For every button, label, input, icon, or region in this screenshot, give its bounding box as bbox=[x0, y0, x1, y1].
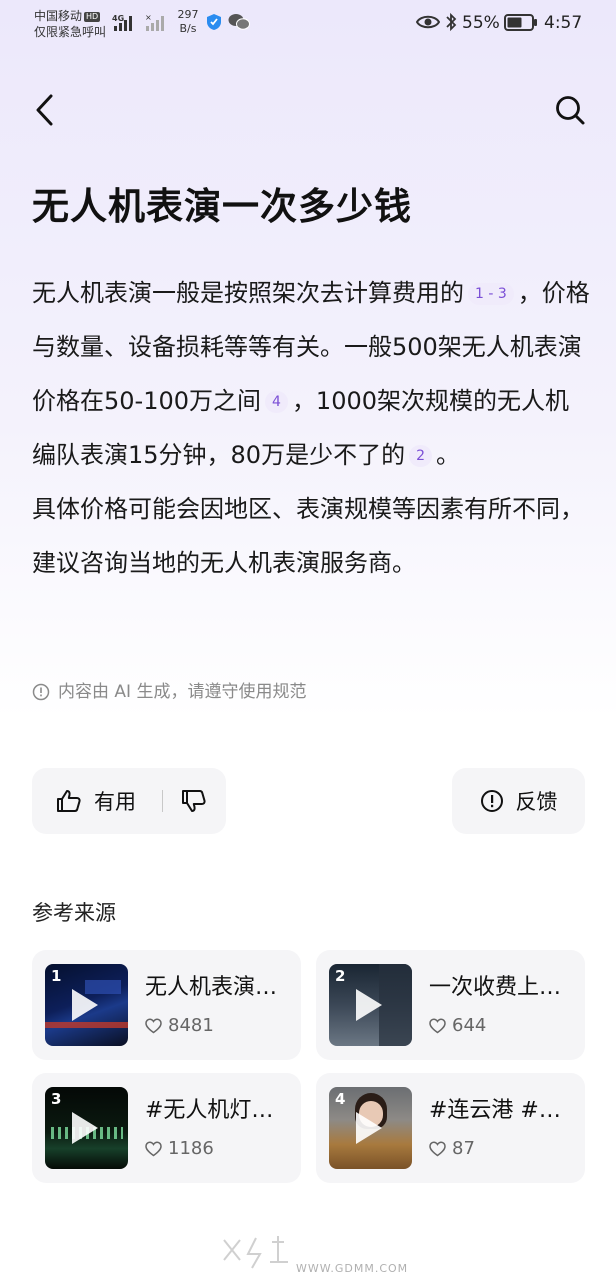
signal-icon: 4G × bbox=[112, 13, 164, 31]
search-icon bbox=[556, 96, 585, 125]
dislike-button[interactable] bbox=[163, 768, 225, 834]
feedback-button[interactable]: 反馈 bbox=[452, 768, 585, 834]
battery-icon bbox=[504, 14, 537, 31]
wechat-icon bbox=[228, 14, 250, 30]
references-title: 参考来源 bbox=[32, 901, 116, 925]
play-icon bbox=[356, 989, 382, 1021]
emergency-text: 仅限紧急呼叫 bbox=[34, 25, 107, 39]
ai-disclaimer-text: 内容由 AI 生成，请遵守使用规范 bbox=[58, 682, 307, 702]
reference-card[interactable]: 1 无人机表演… 8481 bbox=[32, 950, 301, 1060]
play-icon bbox=[356, 1112, 382, 1144]
rating-group: 有用 bbox=[32, 768, 226, 834]
reference-number: 3 bbox=[51, 1090, 62, 1108]
thumbs-up-icon bbox=[57, 790, 81, 812]
like-count-value: 8481 bbox=[168, 1015, 214, 1036]
answer-text: 无人机表演一般是按照架次去计算费用的 bbox=[32, 279, 464, 307]
video-thumbnail: 2 bbox=[329, 964, 412, 1046]
like-count: 87 bbox=[429, 1137, 475, 1161]
speed-value: 297 bbox=[177, 8, 199, 21]
eye-icon bbox=[416, 15, 440, 29]
answer-paragraph-2: 具体价格可能会因地区、表演规模等因素有所不同，建议咨询当地的无人机表演服务商。 bbox=[32, 495, 584, 577]
reference-number: 4 bbox=[335, 1090, 346, 1108]
status-bar: 中国移动 HD 仅限紧急呼叫 4G × 297 B/s 55% 4:57 bbox=[0, 0, 616, 48]
back-button[interactable] bbox=[24, 88, 64, 132]
watermark-text: WWW.GDMM.COM bbox=[296, 1262, 409, 1275]
heart-icon bbox=[429, 1018, 446, 1034]
page-title: 无人机表演一次多少钱 bbox=[32, 185, 412, 228]
chevron-left-icon bbox=[36, 94, 53, 126]
reference-title: #连云港 #… bbox=[429, 1098, 561, 1123]
reference-number: 1 bbox=[51, 967, 62, 985]
like-count-value: 644 bbox=[452, 1015, 487, 1036]
shield-icon bbox=[207, 14, 221, 30]
network-type: 4G bbox=[112, 14, 124, 23]
play-icon bbox=[72, 1112, 98, 1144]
network-speed: 297 B/s bbox=[176, 8, 200, 36]
thumbs-down-icon bbox=[182, 790, 206, 812]
heart-icon bbox=[145, 1141, 162, 1157]
reference-card[interactable]: 4 #连云港 #… 87 bbox=[316, 1073, 585, 1183]
video-thumbnail: 1 bbox=[45, 964, 128, 1046]
answer-paragraph-1: 无人机表演一般是按照架次去计算费用的 1 - 3 ，价格与数量、设备损耗等等有关。一… bbox=[32, 266, 592, 482]
citation-badge[interactable]: 1 - 3 bbox=[468, 283, 514, 305]
bluetooth-icon bbox=[446, 12, 457, 32]
video-thumbnail: 4 bbox=[329, 1087, 412, 1169]
speed-unit: B/s bbox=[179, 22, 197, 35]
feedback-label: 反馈 bbox=[515, 790, 558, 814]
citation-badge[interactable]: 2 bbox=[409, 445, 432, 467]
video-thumbnail: 3 bbox=[45, 1087, 128, 1169]
search-button[interactable] bbox=[548, 88, 592, 132]
useful-label: 有用 bbox=[94, 790, 136, 814]
reference-card[interactable]: 2 一次收费上… 644 bbox=[316, 950, 585, 1060]
heart-icon bbox=[429, 1141, 446, 1157]
like-count: 1186 bbox=[145, 1137, 214, 1161]
like-count: 644 bbox=[429, 1014, 486, 1038]
carrier-name: 中国移动 bbox=[34, 9, 83, 23]
reference-title: 一次收费上… bbox=[429, 975, 562, 1000]
battery-percent: 55% bbox=[462, 13, 500, 33]
play-icon bbox=[72, 989, 98, 1021]
clock: 4:57 bbox=[544, 13, 583, 33]
reference-number: 2 bbox=[335, 967, 346, 985]
reference-title: #无人机灯… bbox=[145, 1098, 274, 1123]
ai-disclaimer: 内容由 AI 生成，请遵守使用规范 bbox=[32, 680, 306, 704]
reference-card[interactable]: 3 #无人机灯… 1186 bbox=[32, 1073, 301, 1183]
like-count-value: 87 bbox=[452, 1138, 475, 1159]
answer-text: 。 bbox=[436, 441, 460, 469]
useful-button[interactable]: 有用 bbox=[32, 768, 162, 834]
alert-circle-icon bbox=[480, 790, 503, 812]
like-count-value: 1186 bbox=[168, 1138, 214, 1159]
hd-badge: HD bbox=[84, 11, 101, 22]
heart-icon bbox=[145, 1018, 162, 1034]
answer-body: 无人机表演一般是按照架次去计算费用的 1 - 3 ，价格与数量、设备损耗等等有关。一… bbox=[32, 266, 592, 590]
like-count: 8481 bbox=[145, 1014, 214, 1038]
reference-title: 无人机表演… bbox=[145, 975, 278, 1000]
svg-text:×: × bbox=[145, 13, 152, 22]
info-icon bbox=[32, 683, 50, 701]
citation-badge[interactable]: 4 bbox=[265, 391, 288, 413]
carrier-info: 中国移动 HD 仅限紧急呼叫 bbox=[34, 8, 106, 40]
